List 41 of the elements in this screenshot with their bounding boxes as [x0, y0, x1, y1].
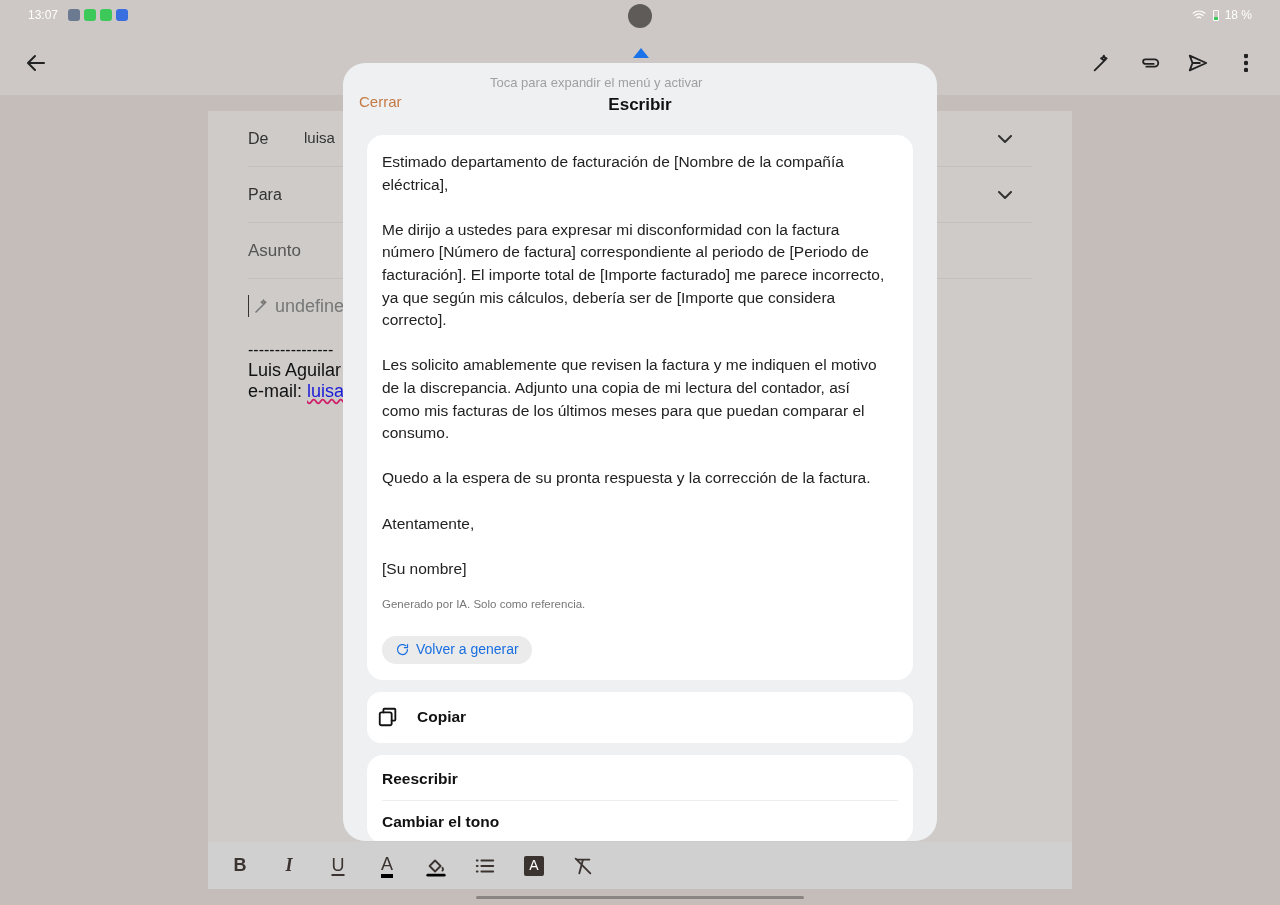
- app-notification-icon: [100, 9, 113, 21]
- option-item[interactable]: Cambiar el tono: [382, 800, 898, 841]
- letter-paragraph: Estimado departamento de facturación de [Nombre de la compañía eléctrica],: [382, 152, 845, 195]
- letter-paragraph: [Su nombre]: [382, 558, 468, 579]
- copy-icon: [377, 706, 399, 729]
- field-label: Asunto: [248, 239, 302, 262]
- refresh-icon: [395, 642, 410, 658]
- field-value[interactable]: luisa: [304, 127, 335, 150]
- italic-format-button[interactable]: I: [273, 849, 305, 882]
- signature-name: Luis Aguilar: [248, 360, 342, 381]
- letter-paragraph: Les solicito amablemente que revisen la factura y me indiquen el motivo de la discrepancia. Adjunto una copia de mi lectura del contador, así como mis facturas de los últimos meses para que puedan comparar el consumo.: [382, 355, 878, 444]
- email-link[interactable]: luisa: [307, 381, 345, 402]
- letter-paragraph: Me dirijo a ustedes para expresar mi disconformidad con la factura número [Número de factura] correspondiente al periodo de [Periodo de facturación]. El importe total de [Importe facturado] me parece incorrecto, ya que según mis cálculos, debería ser de [Importe que considera correcto].: [382, 219, 886, 331]
- clock-time: 13:07: [28, 7, 59, 24]
- battery-level: 18 %: [1224, 7, 1252, 24]
- bold-format-button[interactable]: B: [224, 849, 256, 882]
- field-label: De: [248, 128, 270, 149]
- letter-paragraph: Quedo a la espera de su pronta respuesta y la corrección de la factura.: [382, 468, 872, 489]
- highlight-format-button[interactable]: A: [518, 849, 550, 882]
- field-label: Para: [248, 184, 283, 205]
- window-handle: [628, 4, 652, 28]
- more-vertical-icon: [1244, 54, 1248, 72]
- text-color-format-button[interactable]: A: [371, 849, 403, 882]
- tooltip-text: Toca para expandir el menú y activar: [490, 74, 703, 92]
- regenerate-button[interactable]: Volver a generar: [382, 635, 532, 664]
- send-icon: [1187, 52, 1209, 74]
- copy-button[interactable]: Copiar: [367, 691, 913, 743]
- email-label: e-mail:: [248, 381, 302, 402]
- signature-divider: ----------------: [248, 340, 334, 360]
- ai-disclaimer: Generado por IA. Solo como referencia.: [382, 597, 587, 613]
- app-notification-icon: [116, 9, 129, 21]
- sheet-title: Escribir: [608, 94, 672, 116]
- wifi-icon: [1190, 8, 1207, 22]
- chevron-down-icon: [998, 134, 1012, 143]
- letter-paragraph: Atentamente,: [382, 513, 476, 534]
- battery-icon: [1212, 9, 1219, 21]
- option-item[interactable]: Reescribir: [382, 758, 898, 801]
- underline-format-button[interactable]: U: [322, 849, 354, 882]
- app-notification-icon: [68, 9, 81, 21]
- app-notification-icon: [84, 9, 97, 21]
- chevron-down-icon: [998, 190, 1012, 199]
